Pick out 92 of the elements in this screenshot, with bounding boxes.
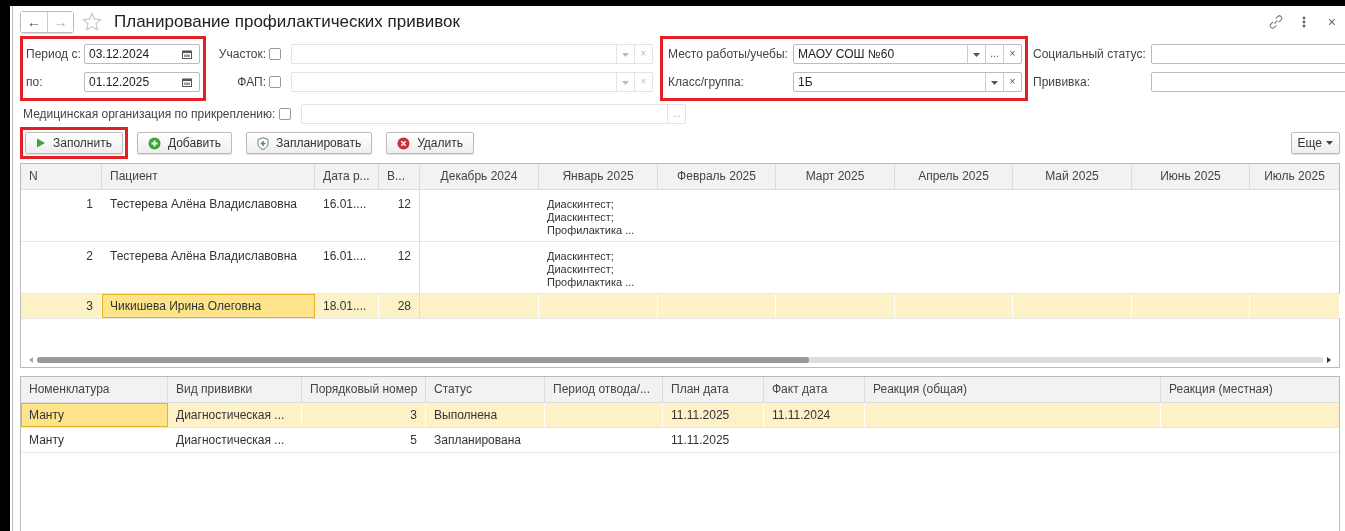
table-cell: Запланирована — [434, 433, 521, 447]
column-header[interactable]: Декабрь 2024 — [420, 164, 539, 189]
dropdown-icon[interactable] — [973, 53, 980, 57]
clear-button[interactable]: × — [1003, 73, 1021, 91]
delete-icon — [397, 136, 411, 150]
scrollbar-thumb[interactable] — [37, 357, 809, 363]
table-cell: 11.11.2024 — [772, 408, 831, 422]
table-row[interactable]: Манту Диагностическая ... 3 Выполнена 11.11.2025 11.11.2024 — [21, 403, 1339, 428]
table-cell: 11.11.2025 — [671, 433, 730, 447]
checkbox[interactable] — [269, 48, 281, 60]
table-cell: 28 — [397, 299, 411, 313]
column-header[interactable]: Вид прививки — [168, 377, 302, 402]
table-cell: 1 — [86, 197, 93, 211]
star-icon[interactable] — [82, 12, 102, 32]
period-from-label: Период с: — [26, 47, 82, 61]
table-cell: 2 — [86, 249, 93, 263]
table-row[interactable]: 1 Тестерева Алёна Владиславовна 16.01.... 12 Диаскинтест; Диаскинтест; Профилактика ... — [21, 190, 1339, 242]
more-button[interactable]: Еще — [1290, 132, 1340, 154]
calendar-icon[interactable] — [182, 49, 192, 59]
column-header[interactable]: Реакция (общая) — [865, 377, 1161, 402]
filter-label: Социальный статус: — [1032, 47, 1147, 61]
table-cell: Диагностическая ... — [176, 408, 285, 422]
table-cell: Чикишева Ирина Олеговна — [110, 299, 262, 313]
table-row[interactable]: Манту Диагностическая ... 5 Запланирована 11.11.2025 — [21, 428, 1339, 453]
shield-plus-icon — [256, 136, 269, 150]
column-header[interactable]: Факт дата — [764, 377, 865, 402]
period-to-label: по: — [26, 75, 44, 89]
class-field[interactable]: 1Б × — [793, 72, 1022, 92]
med-org-label: Медицинская организация по прикреплению: — [23, 107, 276, 121]
column-header[interactable]: Порядковый номер — [302, 377, 426, 402]
column-header[interactable]: Номенклатура — [21, 377, 168, 402]
column-header[interactable]: Февраль 2025 — [658, 164, 776, 189]
toolbar-button[interactable]: Удалить — [386, 132, 474, 154]
table-cell: 16.01.... — [323, 249, 367, 263]
calendar-icon[interactable] — [182, 77, 192, 87]
date-field[interactable]: 03.12.2024 — [84, 44, 200, 64]
filter-label: ФАП: — [236, 75, 267, 89]
workplace-field[interactable]: МАОУ СОШ №60 ... × — [793, 44, 1022, 64]
table-cell: 18.01.... — [323, 299, 367, 313]
column-header[interactable]: Июль 2025 — [1250, 164, 1339, 189]
column-header[interactable]: Январь 2025 — [539, 164, 658, 189]
toolbar-button[interactable]: Заполнить — [25, 132, 123, 154]
table-cell: 12 — [397, 249, 411, 263]
column-header[interactable]: Дата р... — [315, 164, 379, 189]
dropdown-icon[interactable] — [991, 81, 998, 85]
select-button[interactable]: ... — [985, 45, 1003, 63]
column-header[interactable]: Статус — [426, 377, 545, 402]
column-header[interactable]: Март 2025 — [776, 164, 895, 189]
table-row[interactable]: 3 Чикишева Ирина Олеговна 18.01.... 28 — [21, 294, 1339, 319]
table-cell: Манту — [29, 408, 65, 422]
scroll-left-icon[interactable] — [29, 357, 33, 363]
table-cell: Тестерева Алёна Владиславовна — [110, 249, 297, 263]
column-header[interactable]: Апрель 2025 — [895, 164, 1013, 189]
close-button[interactable]: × — [1323, 14, 1340, 30]
column-header[interactable]: Пациент — [102, 164, 315, 189]
table-cell: Диаскинтест; Диаскинтест; Профилактика ... — [547, 250, 635, 289]
table-cell: Выполнена — [434, 408, 498, 422]
column-header[interactable]: Июнь 2025 — [1132, 164, 1250, 189]
table-cell: 16.01.... — [323, 197, 367, 211]
toolbar-button[interactable]: Запланировать — [245, 132, 373, 154]
table-cell: Диагностическая ... — [176, 433, 285, 447]
table-cell: 3 — [86, 299, 93, 313]
link-icon[interactable] — [1267, 14, 1284, 30]
clear-button[interactable]: × — [1003, 45, 1021, 63]
column-header[interactable]: План дата — [663, 377, 764, 402]
toolbar-button[interactable]: Добавить — [136, 132, 232, 154]
column-header[interactable]: Реакция (местная) — [1161, 377, 1339, 402]
filter-label: Прививка: — [1032, 75, 1091, 89]
more-icon[interactable] — [1301, 16, 1306, 28]
play-icon — [36, 138, 46, 148]
column-header[interactable]: В... — [379, 164, 420, 189]
checkbox[interactable] — [269, 76, 281, 88]
filter-label: Участок: — [217, 47, 267, 61]
date-field[interactable]: 01.12.2025 — [84, 72, 200, 92]
table-cell: Диаскинтест; Диаскинтест; Профилактика ... — [547, 198, 635, 237]
column-header[interactable]: Май 2025 — [1013, 164, 1132, 189]
back-button[interactable]: ← — [21, 12, 47, 32]
table-cell: 12 — [397, 197, 411, 211]
checkbox[interactable] — [279, 108, 292, 120]
table-cell: Манту — [29, 433, 65, 447]
caret-icon — [1326, 141, 1333, 145]
scroll-right-icon[interactable] — [1327, 357, 1331, 363]
table-cell: 3 — [410, 408, 417, 422]
table-cell: 11.11.2025 — [671, 408, 730, 422]
class-label: Класс/группа: — [667, 75, 745, 89]
add-icon — [147, 136, 161, 150]
table-cell: Тестерева Алёна Владиславовна — [110, 197, 297, 211]
column-header[interactable]: N — [21, 164, 102, 189]
window-title: Планирование профилактических прививок — [114, 12, 460, 32]
column-header[interactable]: Период отвода/... — [545, 377, 663, 402]
workplace-label: Место работы/учебы: — [667, 47, 789, 61]
table-cell: 5 — [410, 433, 417, 447]
